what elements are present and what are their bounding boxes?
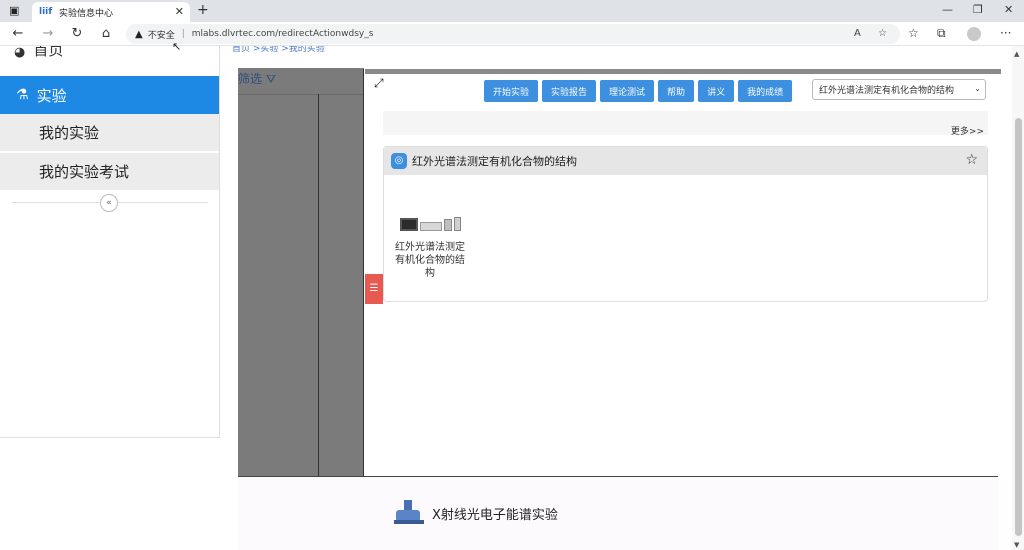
url-separator: | — [181, 29, 185, 39]
back-icon[interactable]: ← — [10, 26, 26, 42]
warning-icon: ▲ — [135, 28, 143, 40]
card-header: ◎ 红外光谱法测定有机化合物的结构 ☆ — [384, 147, 987, 175]
target-icon: ◎ — [391, 153, 407, 169]
scroll-up-icon[interactable]: ▲ — [1014, 50, 1019, 58]
refresh-icon[interactable]: ↻ — [69, 26, 85, 42]
card-title: 红外光谱法测定有机化合物的结构 — [412, 155, 577, 168]
favorite-add-icon[interactable]: ☆ — [878, 28, 887, 39]
experiment-select[interactable]: 红外光谱法测定有机化合物的结构 ⌄ — [812, 79, 986, 100]
help-button[interactable]: 帮助 — [658, 80, 695, 102]
chevron-down-icon: ⌄ — [974, 84, 981, 93]
dashboard-icon: ◕ — [14, 46, 26, 60]
flask-icon: ⚗ — [16, 87, 29, 103]
site-favicon-icon: liif — [39, 7, 53, 17]
experiment-report-button[interactable]: 实验报告 — [542, 80, 597, 102]
mouse-cursor-icon: ↖ — [172, 40, 182, 53]
lower-list — [238, 476, 998, 550]
browser-tab[interactable]: liif 实验信息中心 ✕ — [32, 2, 190, 22]
collapse-sidebar-button[interactable]: « — [100, 194, 118, 212]
address-bar: ← → ↻ ⌂ ▲ 不安全 | mlabs.dlvrtec.com/redire… — [0, 22, 1024, 46]
side-drawer-toggle[interactable]: ☰ — [365, 274, 383, 304]
browser-tab-bar: ▣ liif 实验信息中心 ✕ + — ❐ ✕ — [0, 0, 1024, 22]
filter-icon: ⛛ — [265, 72, 276, 86]
sidebar: ◕ 首页 ⚗ 实验 我的实验 我的实验考试 « — [0, 46, 220, 438]
toolbar: 开始实验 实验报告 理论测试 帮助 讲义 我的成绩 — [484, 80, 793, 102]
xray-experiment-item[interactable]: X射线光电子能谱实验 — [394, 500, 558, 526]
minimize-icon[interactable]: — — [942, 3, 953, 16]
breadcrumb[interactable]: 首页 >实验 >我的实验 — [232, 46, 325, 54]
home-icon[interactable]: ⌂ — [98, 26, 114, 42]
restore-icon[interactable]: ❐ — [973, 3, 983, 16]
profile-avatar-icon[interactable] — [967, 27, 981, 41]
security-label: 不安全 — [147, 30, 175, 41]
tab-actions-icon[interactable]: ▣ — [9, 4, 19, 17]
more-row: 更多>> — [383, 111, 988, 137]
filter-divider — [238, 94, 364, 95]
experiment-item[interactable]: 红外光谱法测定有机化合物的结构 — [392, 207, 468, 280]
fullscreen-icon[interactable]: ⤢ — [374, 76, 384, 91]
sidebar-item-my-exams[interactable]: 我的实验考试 — [0, 153, 219, 191]
instrument-icon — [394, 500, 424, 526]
read-aloud-icon[interactable]: A — [854, 28, 861, 39]
experiment-card: ◎ 红外光谱法测定有机化合物的结构 ☆ 红外光谱法测定有机化合物的结构 — [383, 146, 988, 302]
sidebar-item-label: 实验 — [36, 86, 67, 105]
url-field[interactable]: ▲ 不安全 | mlabs.dlvrtec.com/redirectAction… — [126, 24, 900, 44]
handout-button[interactable]: 讲义 — [698, 80, 735, 102]
instrument-icon — [392, 207, 468, 231]
star-icon[interactable]: ☆ — [965, 152, 978, 168]
xray-experiment-label: X射线光电子能谱实验 — [432, 507, 558, 523]
sidebar-item-my-experiments[interactable]: 我的实验 — [0, 114, 219, 152]
sidebar-item-label: 首页 — [33, 46, 64, 59]
filter-toggle[interactable]: 筛选 ⛛ — [238, 70, 276, 87]
my-grades-button[interactable]: 我的成绩 — [738, 80, 793, 102]
more-menu-icon[interactable]: ··· — [1000, 26, 1011, 40]
forward-icon[interactable]: → — [40, 26, 56, 42]
collections-icon[interactable]: ⧉ — [937, 26, 946, 41]
scrollbar-thumb[interactable] — [1015, 118, 1022, 536]
experiment-item-label: 红外光谱法测定有机化合物的结构 — [395, 242, 465, 279]
sidebar-item-home[interactable]: ◕ 首页 — [14, 46, 63, 60]
sidebar-item-experiment[interactable]: ⚗ 实验 — [0, 76, 219, 114]
theory-test-button[interactable]: 理论测试 — [600, 80, 655, 102]
favorites-icon[interactable]: ☆ — [908, 26, 919, 40]
new-tab-icon[interactable]: + — [197, 2, 209, 18]
window-close-icon[interactable]: ✕ — [1004, 3, 1013, 16]
tab-close-icon[interactable]: ✕ — [175, 5, 184, 18]
start-experiment-button[interactable]: 开始实验 — [484, 80, 539, 102]
tab-title: 实验信息中心 — [59, 8, 114, 19]
url-text: mlabs.dlvrtec.com/redirectActionwdsy_s — [191, 29, 374, 39]
filter-label: 筛选 — [238, 72, 263, 86]
experiment-select-value: 红外光谱法测定有机化合物的结构 — [819, 86, 955, 96]
more-link[interactable]: 更多>> — [951, 124, 984, 137]
scroll-down-icon[interactable]: ▼ — [1014, 541, 1019, 549]
